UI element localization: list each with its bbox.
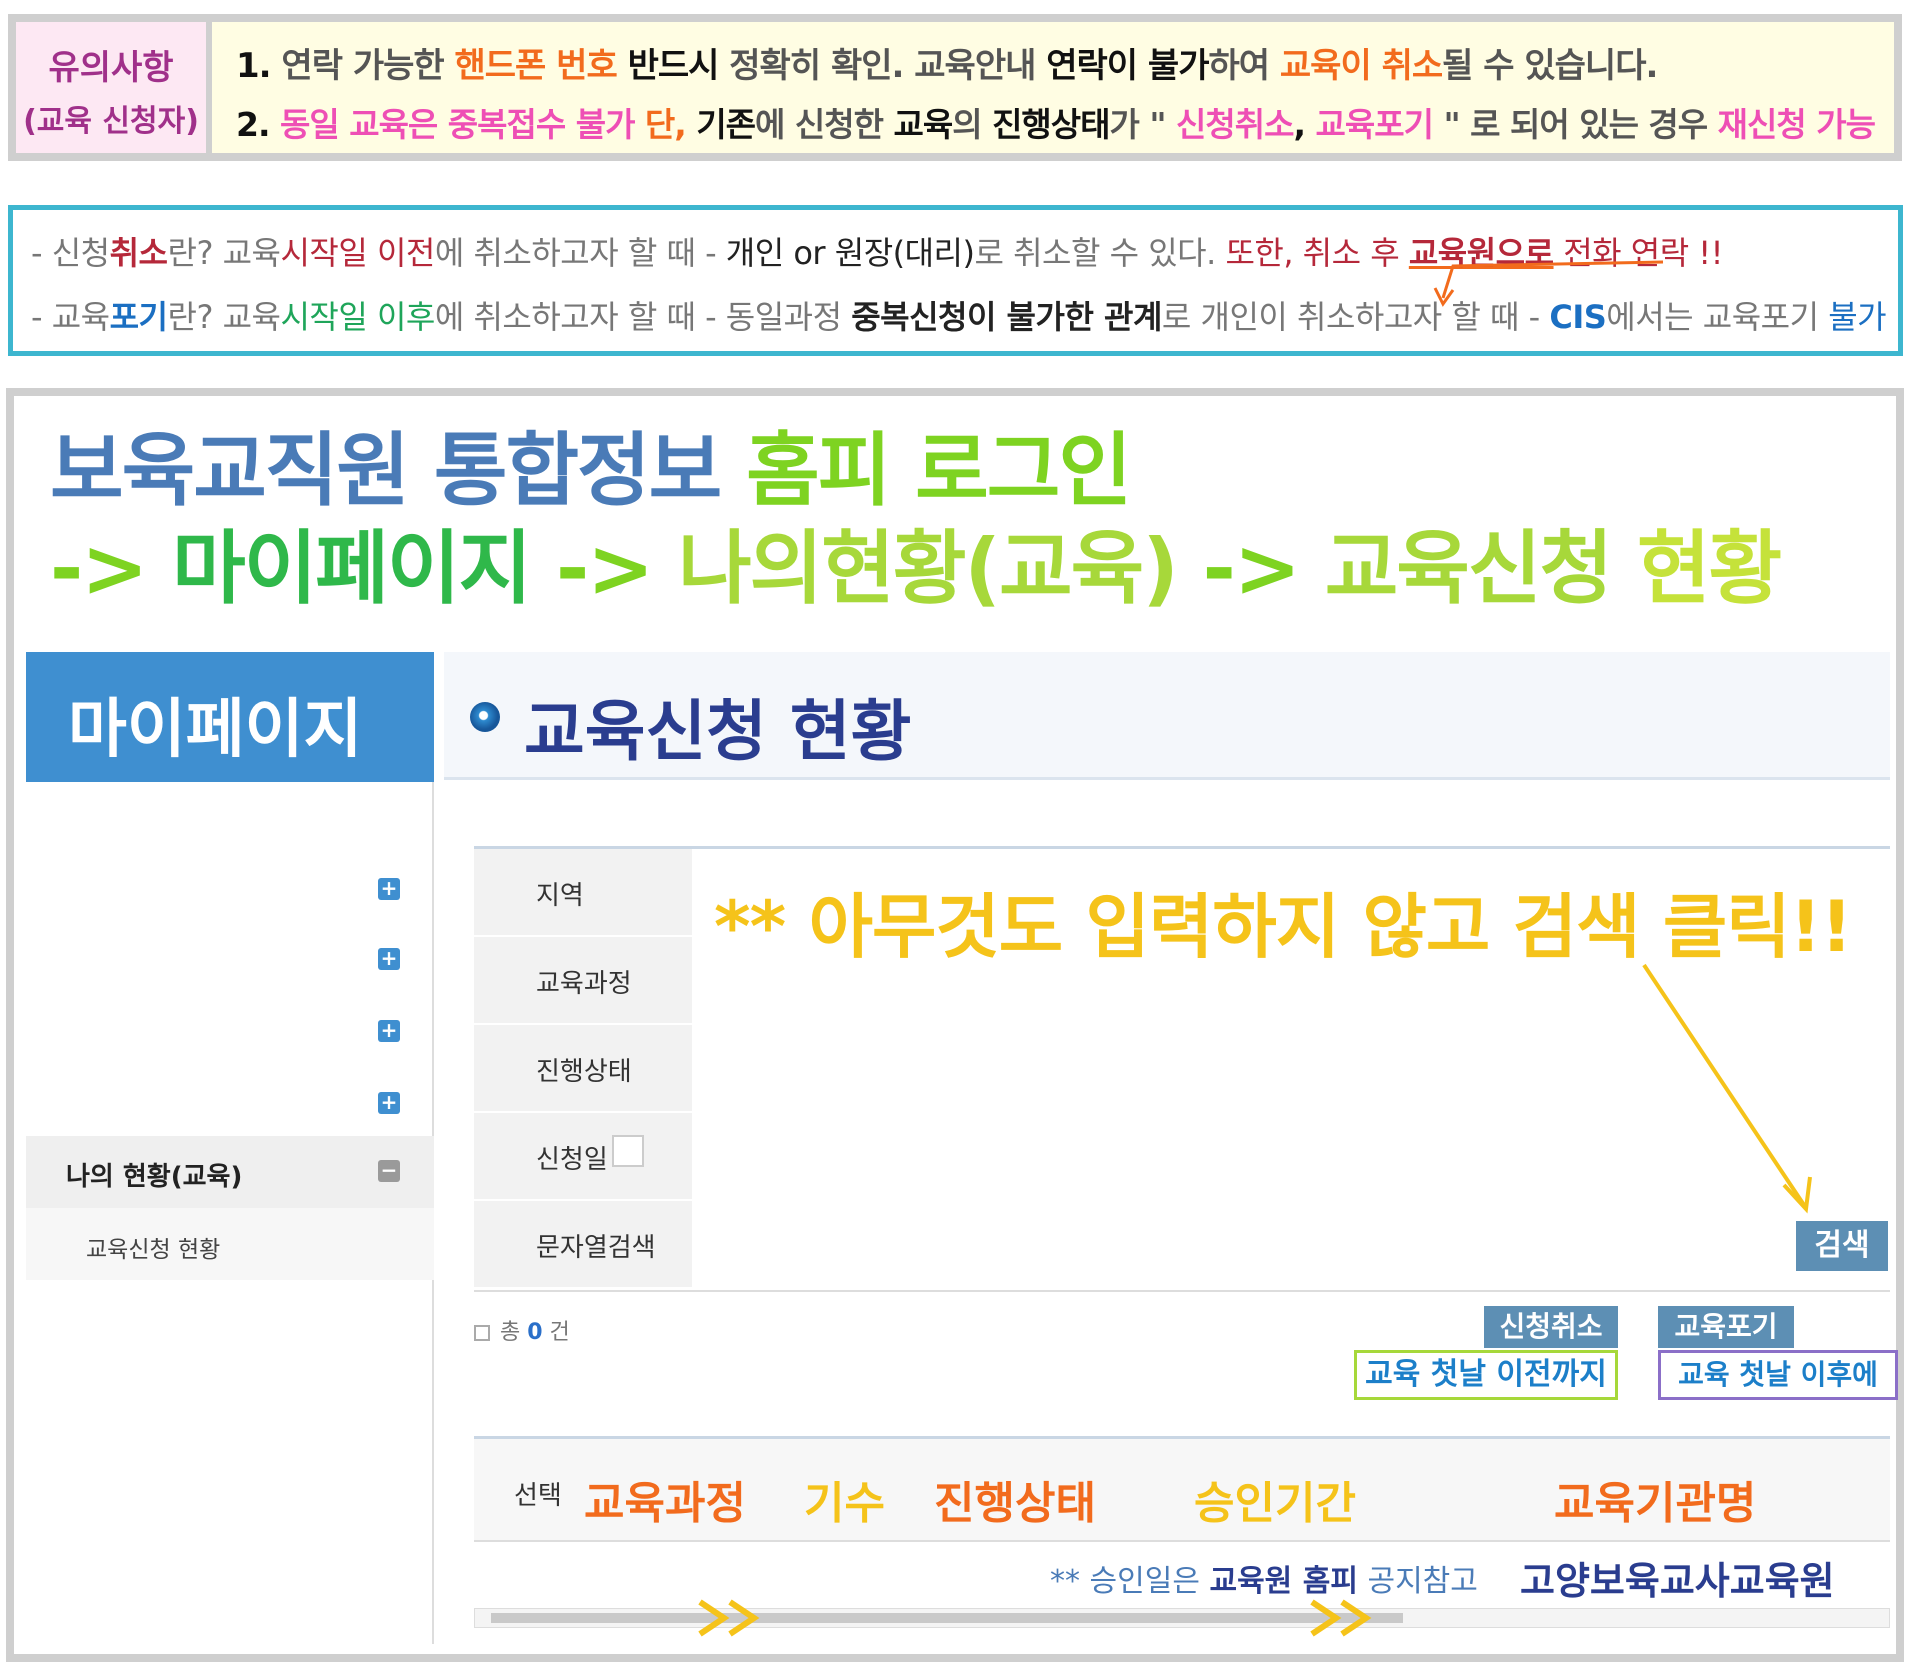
form-row-date: 신청일: [474, 1113, 692, 1201]
field-label: 교육과정: [536, 969, 632, 999]
arrow-icon: [1433, 260, 1664, 307]
sidebar-title: 마이페이지: [68, 693, 363, 767]
column-header: 교육기관명: [1554, 1478, 1757, 1529]
double-chevron-icon: [698, 1599, 760, 1637]
date-checkbox[interactable]: [612, 1135, 644, 1167]
page-title: 교육신청 현황: [524, 693, 912, 770]
column-header: 진행상태: [934, 1478, 1096, 1529]
arrow-icon: [1642, 963, 1812, 1214]
column-header: 기수: [804, 1478, 885, 1529]
headline-path: -> 마이페이지 -> 나의현황(교육) -> 교육신청 현황: [50, 522, 1782, 615]
bullet-icon: [470, 702, 500, 732]
cancel-application-button[interactable]: 신청취소: [1484, 1306, 1618, 1348]
sidebar: 마이페이지 + + + + 나의 현황(교육) − 교육신청 현황: [26, 652, 434, 1644]
search-form: 지역 교육과정 진행상태 신청일 문자열검색 ** 아무것도 입력하지 않고 검…: [474, 846, 1890, 1292]
document-icon: [474, 1325, 490, 1341]
sidebar-header: 마이페이지: [26, 652, 434, 782]
column-header: 선택: [514, 1481, 562, 1511]
institution-name: 고양보육교사교육원: [1520, 1559, 1835, 1603]
sidebar-item-my-status[interactable]: 나의 현황(교육) −: [26, 1136, 434, 1208]
content-header: 교육신청 현황: [444, 652, 1890, 780]
definitions-panel: - 신청취소란? 교육시작일 이전에 취소하고자 할 때 - 개인 or 원장(…: [8, 205, 1903, 356]
field-label: 신청일: [536, 1145, 608, 1175]
notice-panel: 유의사항 (교육 신청자) 1. 연락 가능한 핸드폰 번호 반드시 정확히 확…: [8, 14, 1902, 161]
notice-label-title: 유의사항: [48, 48, 174, 88]
expand-icon[interactable]: +: [378, 1020, 400, 1042]
cancel-note: 교육 첫날 이전까지: [1354, 1350, 1618, 1400]
sidebar-item-label: 나의 현황(교육): [66, 1162, 243, 1192]
expand-icon[interactable]: +: [378, 948, 400, 970]
column-header: 승인기간: [1194, 1478, 1356, 1529]
scrollbar-thumb[interactable]: [491, 1613, 1403, 1623]
collapse-icon[interactable]: −: [378, 1160, 400, 1182]
field-label: 지역: [536, 881, 584, 911]
notice-body: 1. 연락 가능한 핸드폰 번호 반드시 정확히 확인. 교육안내 연락이 불가…: [212, 22, 1894, 153]
search-hint: ** 아무것도 입력하지 않고 검색 클릭!!: [714, 886, 1853, 968]
horizontal-scrollbar[interactable]: [474, 1608, 1890, 1628]
sidebar-subitem-application-status[interactable]: 교육신청 현황: [26, 1208, 434, 1280]
notice-line-1: 1. 연락 가능한 핸드폰 번호 반드시 정확히 확인. 교육안내 연락이 불가…: [236, 46, 1658, 86]
form-row-region: 지역: [474, 849, 692, 937]
expand-icon[interactable]: +: [378, 1092, 400, 1114]
field-label: 진행상태: [536, 1057, 632, 1087]
double-chevron-icon: [1310, 1599, 1372, 1637]
form-row-course: 교육과정: [474, 937, 692, 1025]
search-button[interactable]: 검색: [1796, 1221, 1888, 1271]
screenshot-frame: 보육교직원 통합정보 홈피 로그인 -> 마이페이지 -> 나의현황(교육) -…: [6, 388, 1904, 1662]
sidebar-subitem-label: 교육신청 현황: [86, 1237, 221, 1263]
notice-label-subtitle: (교육 신청자): [23, 104, 199, 139]
form-row-keyword: 문자열검색: [474, 1201, 692, 1289]
give-up-button[interactable]: 교육포기: [1658, 1306, 1794, 1348]
giveup-note: 교육 첫날 이후에: [1658, 1350, 1898, 1400]
result-total: 총 0 건: [474, 1314, 570, 1346]
notice-line-2: 2. 동일 교육은 중복접수 불가 단, 기존에 신청한 교육의 진행상태가 "…: [236, 105, 1876, 144]
field-label: 문자열검색: [536, 1233, 656, 1263]
column-header: 교육과정: [584, 1478, 746, 1529]
notice-label-box: 유의사항 (교육 신청자): [16, 22, 206, 153]
form-row-status: 진행상태: [474, 1025, 692, 1113]
table-note: ** 승인일은 교육원 홈피 공지참고: [1050, 1564, 1478, 1599]
table-header: 선택 교육과정 기수 진행상태 승인기간 교육기관명: [474, 1436, 1890, 1542]
expand-icon[interactable]: +: [378, 878, 400, 900]
